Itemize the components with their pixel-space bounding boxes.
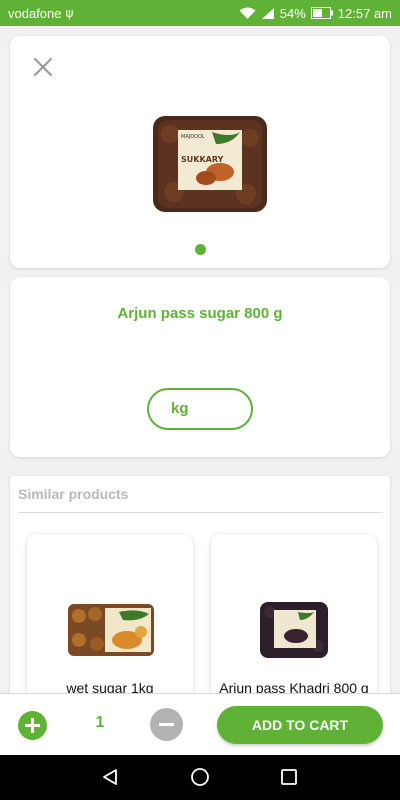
divider bbox=[18, 512, 383, 513]
battery-icon bbox=[310, 7, 333, 19]
unit-selector[interactable]: kg bbox=[147, 388, 253, 430]
home-icon[interactable] bbox=[190, 767, 210, 787]
product-image-card: MAJDOOL SUKKARY bbox=[10, 36, 390, 268]
quantity-value: 1 bbox=[95, 714, 105, 731]
battery-percent: 54% bbox=[279, 5, 306, 21]
close-button[interactable] bbox=[30, 54, 56, 80]
increase-quantity-button[interactable] bbox=[18, 711, 47, 740]
product-info-card: Arjun pass sugar 800 g kg bbox=[10, 277, 390, 457]
clock: 12:57 am bbox=[337, 5, 392, 21]
image-product-label: SUKKARY bbox=[181, 155, 224, 164]
product-title: Arjun pass sugar 800 g bbox=[117, 305, 283, 322]
system-nav-bar bbox=[0, 755, 400, 800]
status-right: 54% 12:57 am bbox=[239, 6, 392, 21]
similar-product-image bbox=[260, 602, 328, 658]
gallery-page-dot[interactable] bbox=[195, 244, 206, 255]
similar-product-image bbox=[68, 604, 154, 656]
carrier-name: vodafone bbox=[8, 5, 62, 21]
recents-icon[interactable] bbox=[279, 767, 299, 787]
close-icon bbox=[33, 57, 53, 77]
status-bar: vodafone ψ 54% 12:57 am bbox=[0, 0, 400, 26]
wifi-icon bbox=[239, 7, 256, 20]
add-to-cart-button[interactable]: ADD TO CART bbox=[217, 706, 383, 744]
image-brand-label: MAJDOOL bbox=[181, 134, 205, 140]
back-icon[interactable] bbox=[100, 767, 120, 787]
similar-products-title: Similar products bbox=[18, 486, 129, 502]
product-image: MAJDOOL SUKKARY bbox=[153, 116, 267, 212]
signal-icon bbox=[261, 7, 275, 20]
cart-bar: 1 ADD TO CART bbox=[0, 693, 400, 755]
usb-icon: ψ bbox=[65, 6, 74, 20]
decrease-quantity-button[interactable] bbox=[150, 708, 183, 741]
